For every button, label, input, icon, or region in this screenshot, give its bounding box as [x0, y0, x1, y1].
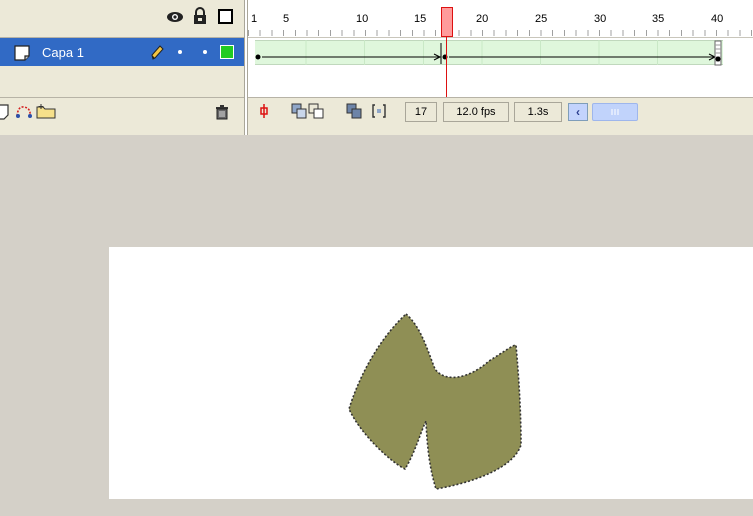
modify-onion-markers-icon[interactable]: [370, 102, 388, 120]
layer-header: [0, 0, 246, 38]
ruler-label: 5: [283, 13, 290, 25]
ruler-label: 35: [652, 13, 665, 25]
ruler-label: 30: [594, 13, 607, 25]
edit-multiple-frames-icon[interactable]: [345, 102, 363, 120]
playhead-line: [446, 37, 447, 97]
layer-outline-color[interactable]: [220, 45, 234, 59]
ruler-label: 1: [251, 13, 258, 25]
onion-skin-outlines-icon[interactable]: [307, 102, 325, 120]
ruler-label: 40: [711, 13, 724, 25]
tween-arrows: [255, 40, 722, 66]
current-frame: 17: [405, 102, 437, 122]
add-motion-guide-icon[interactable]: [14, 104, 34, 125]
ruler-label: 25: [535, 13, 548, 25]
layer-name[interactable]: Capa 1: [42, 45, 84, 60]
layer-list-empty: [0, 66, 246, 96]
layer-row[interactable]: [0, 38, 246, 66]
selected-shape[interactable]: [109, 247, 753, 499]
eye-icon[interactable]: [166, 10, 184, 29]
layer-visible-dot[interactable]: [178, 50, 182, 54]
elapsed-time: 1.3s: [514, 102, 562, 122]
add-folder-icon[interactable]: [36, 103, 56, 124]
onion-skin-icon[interactable]: [290, 102, 308, 120]
frame-rate[interactable]: 12.0 fps: [443, 102, 509, 122]
layer-lock-dot[interactable]: [203, 50, 207, 54]
ruler-label: 20: [476, 13, 489, 25]
ruler-ticks: [248, 30, 753, 36]
empty-frame-area: [248, 66, 753, 96]
scroll-left-button[interactable]: ‹: [568, 103, 588, 121]
layer-page-icon: [14, 45, 30, 66]
ruler-label: 10: [356, 13, 369, 25]
outline-square-icon[interactable]: [218, 9, 233, 24]
pencil-icon: [150, 44, 164, 65]
trash-icon[interactable]: [215, 104, 229, 125]
horizontal-scroll-thumb[interactable]: [592, 103, 638, 121]
center-frame-icon[interactable]: [255, 102, 273, 120]
add-layer-icon[interactable]: [0, 104, 12, 125]
playhead[interactable]: [441, 7, 453, 37]
ruler-label: 15: [414, 13, 427, 25]
lock-icon[interactable]: [193, 7, 207, 30]
